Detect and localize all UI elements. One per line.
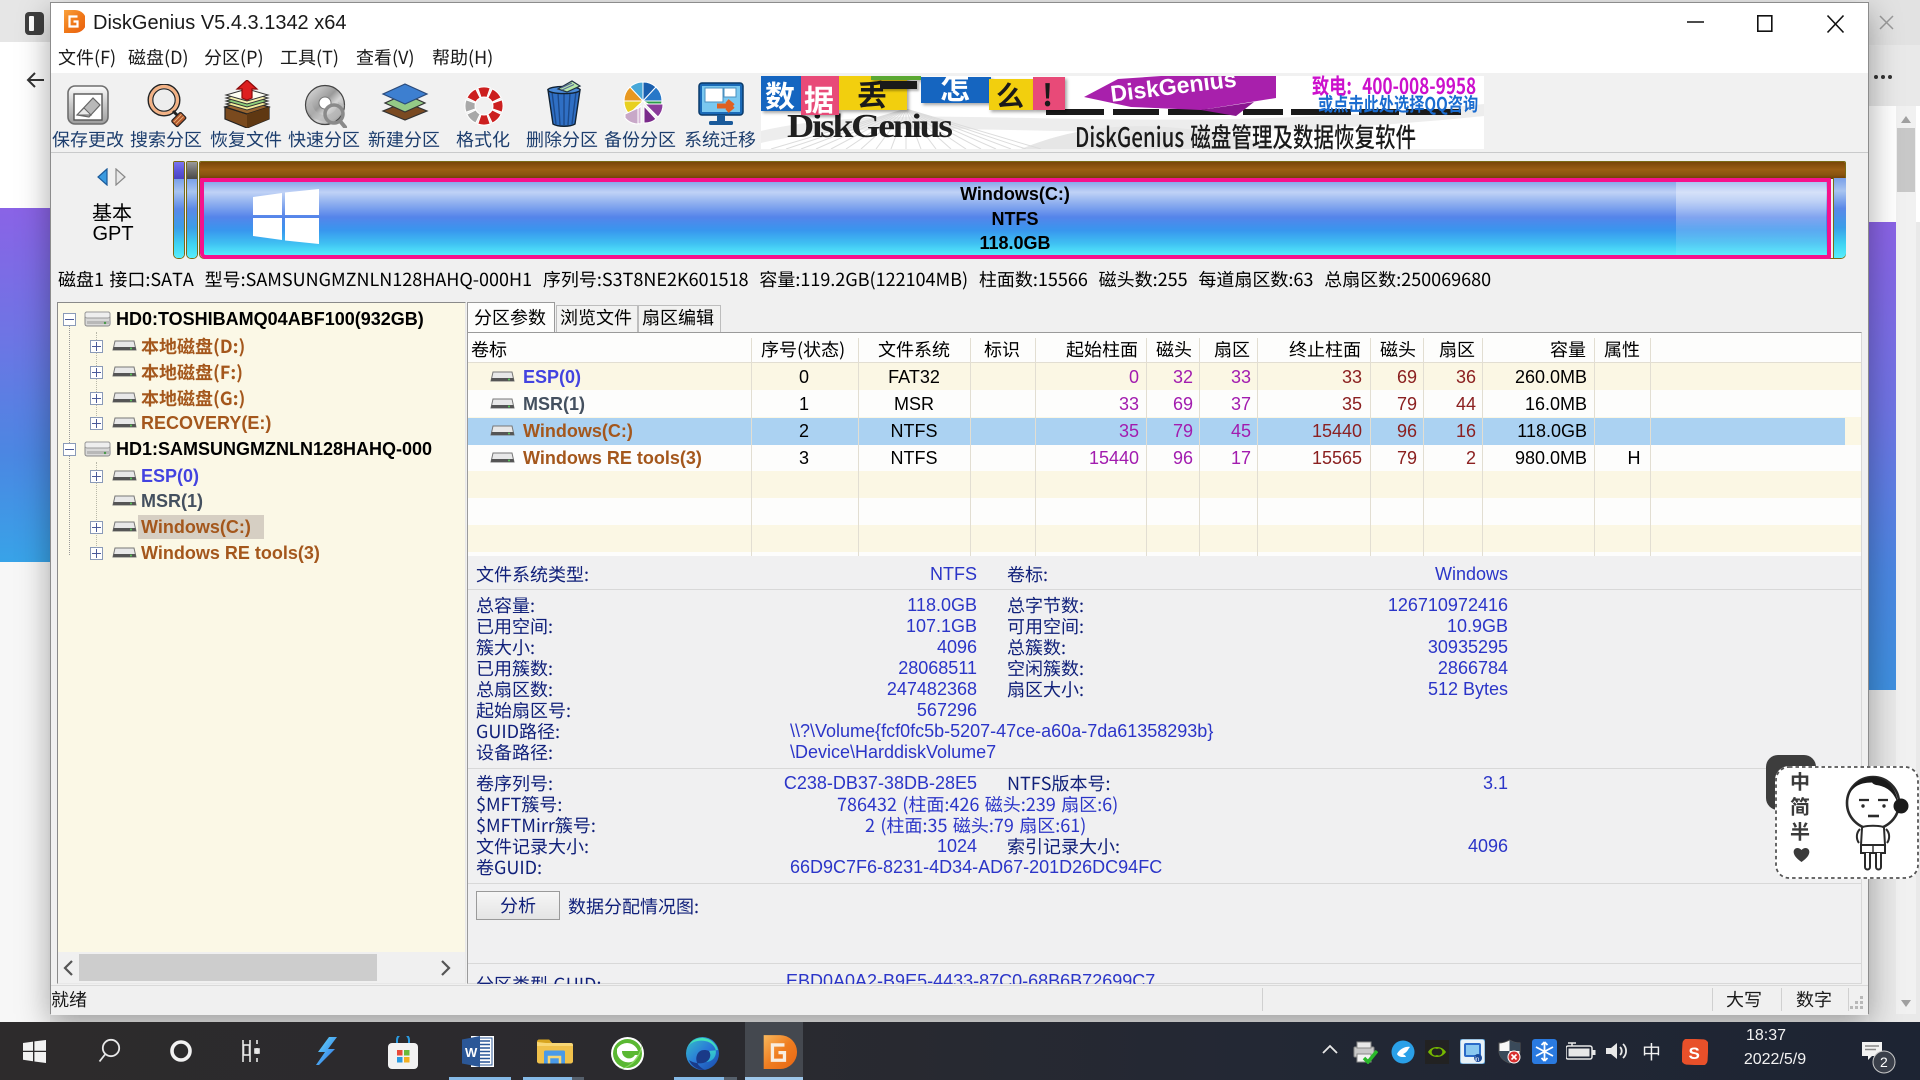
svg-text:S: S xyxy=(1689,1044,1700,1063)
svg-text:2: 2 xyxy=(1880,1054,1888,1070)
svg-text:W: W xyxy=(465,1045,478,1060)
svg-text:in: in xyxy=(1475,1057,1480,1063)
